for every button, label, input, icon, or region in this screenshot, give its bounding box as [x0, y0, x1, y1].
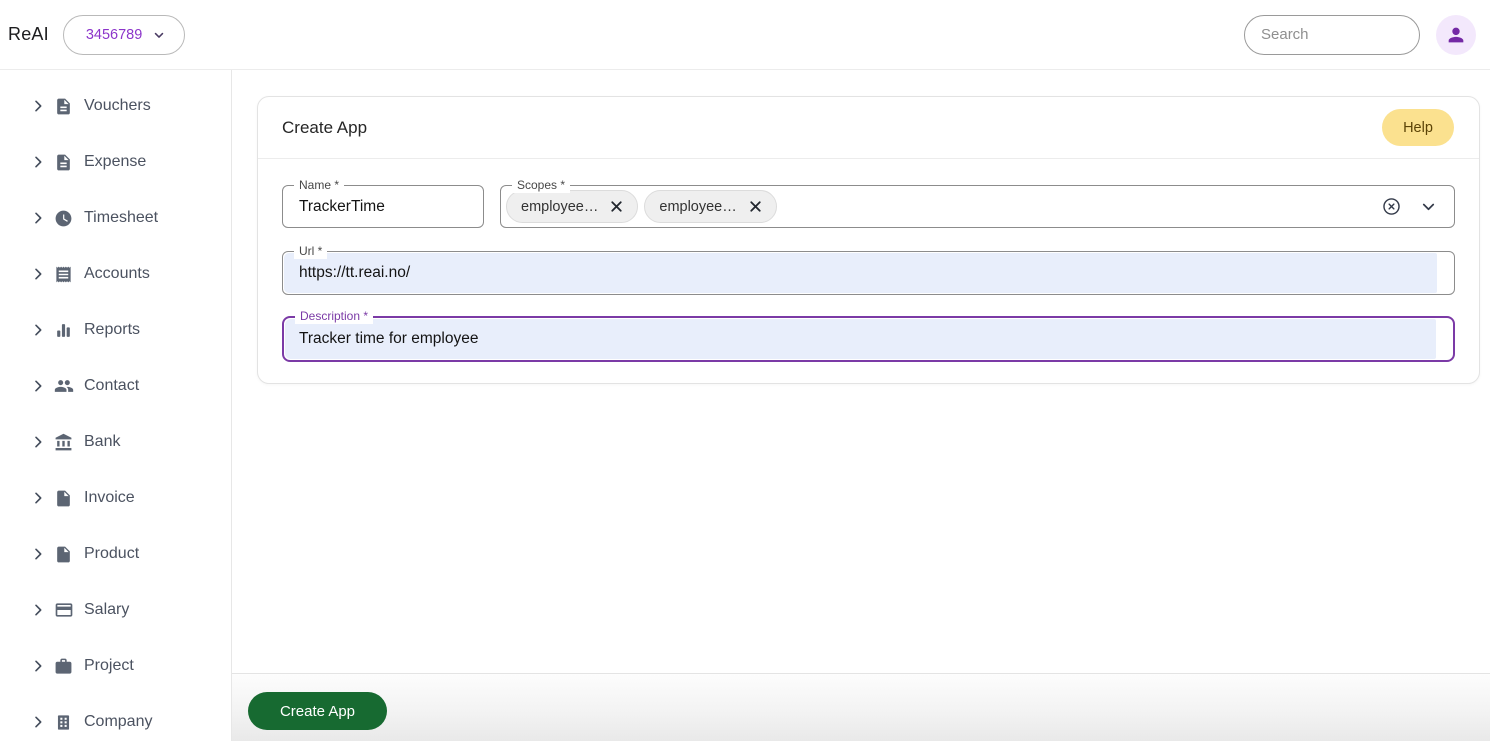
chevron-right-icon [30, 266, 46, 282]
chevron-right-icon [30, 154, 46, 170]
top-header: ReAI 3456789 [0, 0, 1490, 70]
scope-chip[interactable]: employee… [506, 190, 638, 223]
url-input[interactable] [284, 253, 1437, 293]
chevron-right-icon [30, 714, 46, 730]
sidebar-item-label: Reports [84, 321, 140, 339]
sidebar: Vouchers Expense Timesheet Accounts Repo… [0, 70, 232, 741]
sidebar-item-company[interactable]: Company [0, 694, 231, 741]
name-field-label: Name * [294, 178, 344, 193]
sidebar-item-project[interactable]: Project [0, 638, 231, 694]
close-icon[interactable] [608, 198, 625, 215]
form-row-top: Name * Scopes * employee… employee… [282, 185, 1455, 228]
description-input[interactable] [285, 319, 1436, 359]
receipt-icon [54, 265, 74, 284]
sidebar-item-vouchers[interactable]: Vouchers [0, 78, 231, 134]
sidebar-item-label: Vouchers [84, 97, 151, 115]
document-icon [54, 97, 74, 116]
chevron-right-icon [30, 434, 46, 450]
sidebar-item-label: Contact [84, 377, 139, 395]
sidebar-item-reports[interactable]: Reports [0, 302, 231, 358]
description-field: Description * [282, 316, 1455, 362]
scope-chip-label: employee… [659, 199, 736, 215]
sidebar-item-label: Product [84, 545, 139, 563]
search-box[interactable] [1244, 15, 1420, 55]
page-title: Create App [282, 118, 367, 138]
help-button[interactable]: Help [1382, 109, 1454, 146]
sidebar-item-label: Accounts [84, 265, 150, 283]
sidebar-item-bank[interactable]: Bank [0, 414, 231, 470]
briefcase-icon [54, 657, 74, 676]
chevron-right-icon [30, 322, 46, 338]
scopes-controls [1381, 196, 1438, 217]
account-dropdown[interactable]: 3456789 [63, 15, 185, 55]
clear-circle-icon[interactable] [1381, 196, 1402, 217]
sidebar-item-salary[interactable]: Salary [0, 582, 231, 638]
sidebar-item-product[interactable]: Product [0, 526, 231, 582]
chevron-right-icon [30, 658, 46, 674]
sidebar-item-label: Project [84, 657, 134, 675]
file-icon [54, 489, 74, 508]
close-icon[interactable] [747, 198, 764, 215]
account-number: 3456789 [86, 27, 142, 43]
user-avatar[interactable] [1436, 15, 1476, 55]
url-field: Url * [282, 251, 1455, 295]
people-icon [54, 376, 74, 396]
chevron-right-icon [30, 98, 46, 114]
scope-chip[interactable]: employee… [644, 190, 776, 223]
chevron-right-icon [30, 490, 46, 506]
search-input[interactable] [1261, 26, 1403, 43]
sidebar-item-expense[interactable]: Expense [0, 134, 231, 190]
clock-icon [54, 209, 74, 228]
scopes-field[interactable]: Scopes * employee… employee… [500, 185, 1455, 228]
chevron-right-icon [30, 378, 46, 394]
chevron-down-icon[interactable] [1419, 197, 1438, 216]
chevron-right-icon [30, 602, 46, 618]
url-field-label: Url * [294, 244, 327, 259]
scope-chip-label: employee… [521, 199, 598, 215]
card-body: Name * Scopes * employee… employee… [258, 159, 1479, 362]
app-window: ReAI 3456789 Vouchers Expense [0, 0, 1490, 741]
sidebar-item-label: Bank [84, 433, 120, 451]
sidebar-item-label: Invoice [84, 489, 135, 507]
credit-card-icon [54, 600, 74, 620]
file-icon [54, 545, 74, 564]
document-icon [54, 153, 74, 172]
sidebar-item-label: Timesheet [84, 209, 158, 227]
user-avatar-icon [1445, 24, 1467, 46]
sidebar-item-accounts[interactable]: Accounts [0, 246, 231, 302]
sidebar-item-label: Salary [84, 601, 129, 619]
scopes-field-label: Scopes * [512, 178, 570, 193]
create-app-button[interactable]: Create App [248, 692, 387, 730]
create-app-card: Create App Help Name * Scopes * employee… [257, 96, 1480, 384]
sidebar-item-label: Expense [84, 153, 146, 171]
chevron-down-icon [152, 28, 166, 42]
chevron-right-icon [30, 546, 46, 562]
name-field: Name * [282, 185, 484, 228]
bar-chart-icon [54, 321, 74, 340]
card-header: Create App Help [258, 97, 1479, 159]
main-content: Create App Help Name * Scopes * employee… [232, 70, 1490, 741]
sidebar-item-timesheet[interactable]: Timesheet [0, 190, 231, 246]
sidebar-item-contact[interactable]: Contact [0, 358, 231, 414]
sidebar-item-label: Company [84, 713, 152, 731]
description-field-label: Description * [295, 309, 373, 324]
chevron-right-icon [30, 210, 46, 226]
bank-icon [54, 433, 74, 452]
building-icon [54, 713, 74, 732]
sidebar-item-invoice[interactable]: Invoice [0, 470, 231, 526]
app-logo: ReAI [8, 24, 49, 45]
action-footer: Create App [232, 673, 1490, 741]
